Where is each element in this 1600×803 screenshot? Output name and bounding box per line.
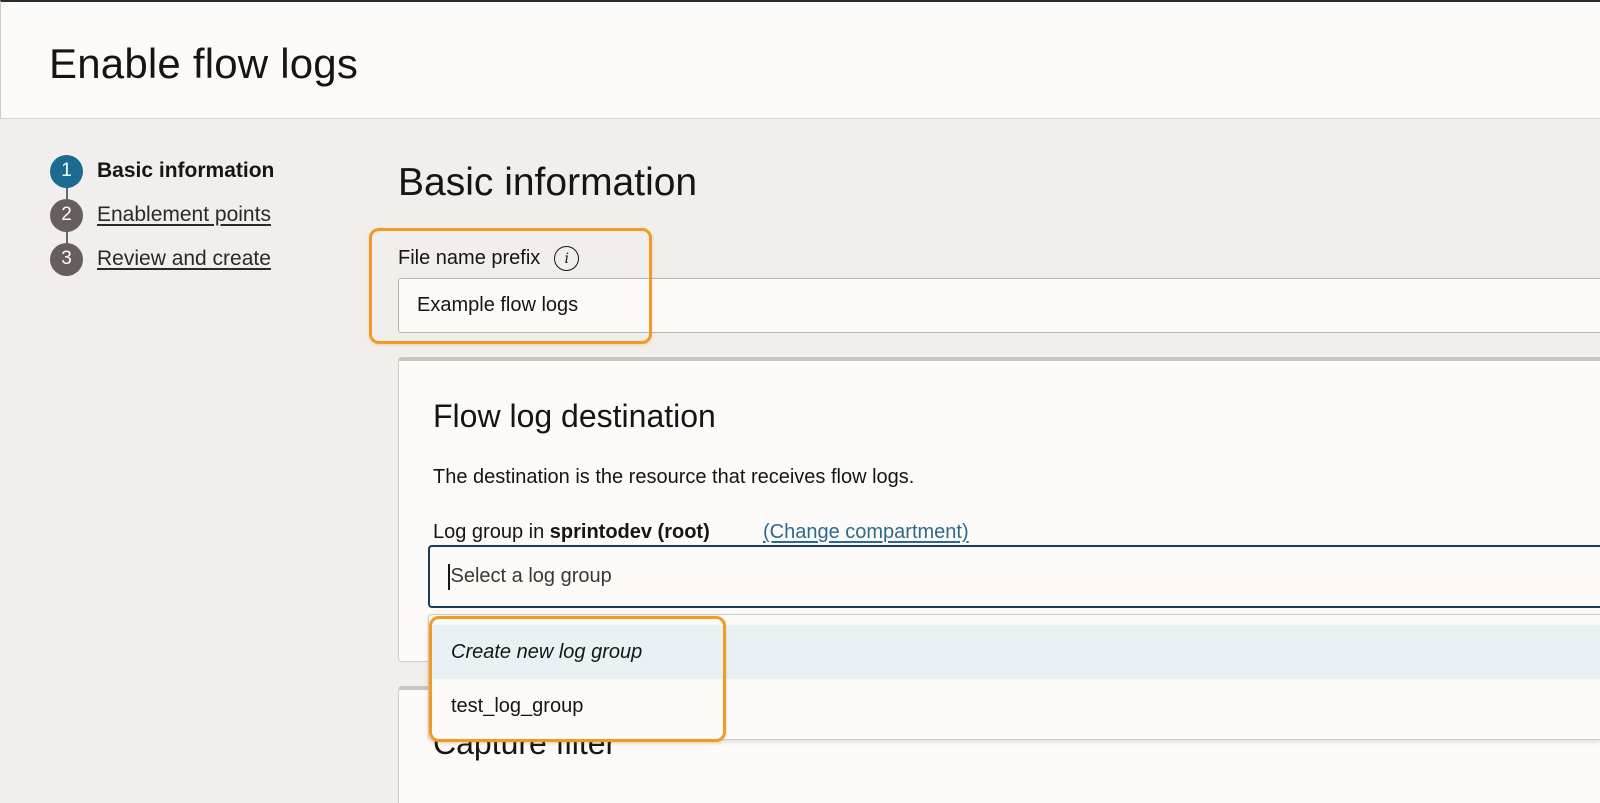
- step-basic-information[interactable]: 1 Basic information: [50, 154, 274, 188]
- step-label-basic-information: Basic information: [97, 159, 275, 182]
- step-number-2: 2: [50, 198, 83, 232]
- step-review-and-create[interactable]: 3 Review and create: [50, 242, 271, 276]
- log-group-placeholder: Select a log group: [450, 565, 612, 587]
- file-prefix-input[interactable]: Example flow logs: [398, 278, 1600, 333]
- info-icon[interactable]: i: [554, 246, 580, 271]
- step-number-1: 1: [50, 154, 83, 188]
- option-create-new-log-group[interactable]: Create new log group: [429, 625, 1600, 679]
- step-enablement-points[interactable]: 2 Enablement points: [50, 198, 271, 232]
- app-window: Enable flow logs 1 Basic information 2 E…: [0, 0, 1600, 803]
- log-group-label: Log group in sprintodev (root): [433, 521, 710, 544]
- step-link-enablement-points[interactable]: Enablement points: [97, 203, 271, 227]
- file-prefix-label-row: File name prefix i: [398, 246, 580, 271]
- log-group-dropdown: Create new log group test_log_group: [428, 614, 1600, 740]
- step-number-3: 3: [50, 242, 83, 276]
- file-prefix-value: Example flow logs: [417, 294, 579, 316]
- log-group-select[interactable]: Select a log group: [428, 545, 1600, 608]
- text-caret: [448, 563, 450, 590]
- file-prefix-label: File name prefix: [398, 247, 541, 269]
- compartment-name: sprintodev (root): [549, 521, 710, 543]
- destination-description: The destination is the resource that rec…: [433, 466, 915, 488]
- page-title: Enable flow logs: [49, 40, 359, 87]
- main-content: Basic information File name prefix i Exa…: [398, 0, 1600, 803]
- option-test-log-group[interactable]: test_log_group: [429, 679, 1600, 733]
- section-title: Basic information: [398, 161, 698, 204]
- destination-title: Flow log destination: [433, 398, 716, 434]
- change-compartment-link[interactable]: (Change compartment): [763, 521, 969, 544]
- wizard-stepper: 1 Basic information 2 Enablement points …: [50, 154, 350, 284]
- log-group-label-prefix: Log group in: [433, 521, 545, 543]
- step-link-review-and-create[interactable]: Review and create: [97, 247, 271, 271]
